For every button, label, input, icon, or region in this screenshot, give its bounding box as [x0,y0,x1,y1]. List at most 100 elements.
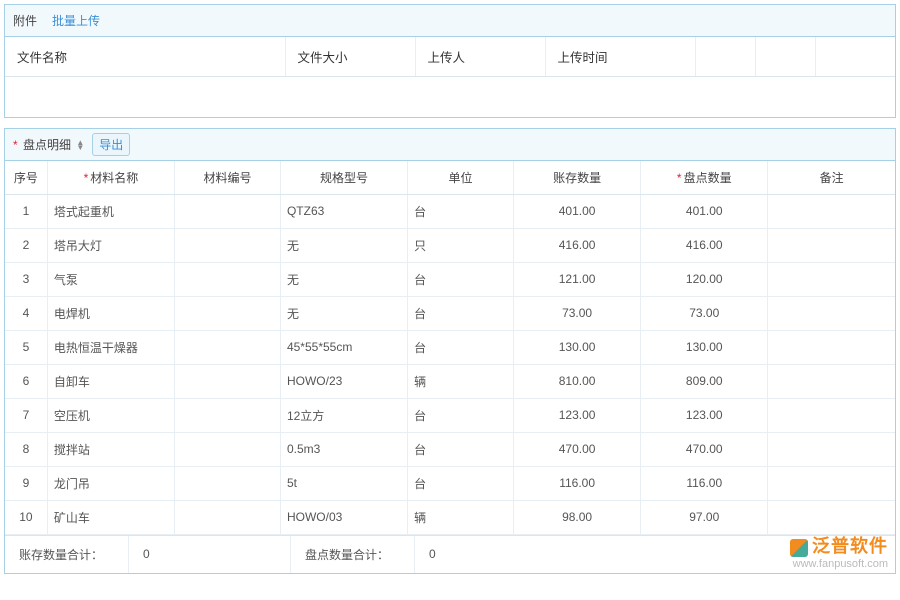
col-blank-2 [755,37,815,77]
cell-material-code [175,194,281,228]
cell-note [768,330,895,364]
attachments-empty [5,77,895,117]
col-material-name[interactable]: *材料名称 [47,161,174,195]
bulk-upload-button[interactable]: 批量上传 [45,9,107,32]
cell-material-name: 电焊机 [47,296,174,330]
cell-spec: 无 [280,262,407,296]
table-row[interactable]: 7空压机12立方台123.00123.00 [5,398,895,432]
table-row[interactable]: 5电热恒温干燥器45*55*55cm台130.00130.00 [5,330,895,364]
col-uploader[interactable]: 上传人 [415,37,545,77]
table-row[interactable]: 1塔式起重机QTZ63台401.00401.00 [5,194,895,228]
stock-total-value: 0 [129,536,291,573]
cell-material-code [175,364,281,398]
cell-unit: 台 [408,262,514,296]
cell-note [768,398,895,432]
cell-material-code [175,466,281,500]
required-star-icon: * [84,171,89,185]
cell-stock-qty: 401.00 [514,194,641,228]
cell-material-code [175,296,281,330]
col-note[interactable]: 备注 [768,161,895,195]
cell-stock-qty: 416.00 [514,228,641,262]
cell-stock-qty: 121.00 [514,262,641,296]
cell-unit: 台 [408,466,514,500]
required-star-icon: * [677,171,682,185]
count-total-value: 0 [415,536,895,573]
cell-count-qty[interactable]: 130.00 [641,330,768,364]
col-index[interactable]: 序号 [5,161,47,195]
col-count-qty[interactable]: *盘点数量 [641,161,768,195]
cell-count-qty[interactable]: 470.00 [641,432,768,466]
table-row[interactable]: 4电焊机无台73.0073.00 [5,296,895,330]
cell-material-name: 龙门吊 [47,466,174,500]
stock-total-label: 账存数量合计： [5,536,129,573]
cell-unit: 台 [408,398,514,432]
cell-note [768,500,895,534]
attachments-panel: 附件 批量上传 文件名称 文件大小 上传人 上传时间 [4,4,896,118]
cell-material-code [175,432,281,466]
details-header: * 盘点明细 ▲▼ 导出 [5,129,895,161]
cell-spec: 0.5m3 [280,432,407,466]
details-table: 序号 *材料名称 材料编号 规格型号 单位 账存数量 *盘点数量 备注 1塔式起… [5,161,895,535]
table-row[interactable]: 3气泵无台121.00120.00 [5,262,895,296]
cell-count-qty[interactable]: 97.00 [641,500,768,534]
cell-index: 9 [5,466,47,500]
cell-material-code [175,500,281,534]
totals-row: 账存数量合计： 0 盘点数量合计： 0 [5,535,895,573]
col-file-size[interactable]: 文件大小 [285,37,415,77]
cell-count-qty[interactable]: 116.00 [641,466,768,500]
cell-spec: 45*55*55cm [280,330,407,364]
cell-unit: 只 [408,228,514,262]
cell-material-name: 自卸车 [47,364,174,398]
table-row[interactable]: 8搅拌站0.5m3台470.00470.00 [5,432,895,466]
cell-spec: HOWO/03 [280,500,407,534]
cell-stock-qty: 123.00 [514,398,641,432]
cell-spec: HOWO/23 [280,364,407,398]
cell-stock-qty: 130.00 [514,330,641,364]
cell-count-qty[interactable]: 123.00 [641,398,768,432]
cell-material-name: 搅拌站 [47,432,174,466]
col-blank-1 [695,37,755,77]
cell-count-qty[interactable]: 416.00 [641,228,768,262]
cell-material-name: 空压机 [47,398,174,432]
count-total-label: 盘点数量合计： [291,536,415,573]
export-button[interactable]: 导出 [92,133,130,156]
col-blank-3 [815,37,895,77]
cell-material-name: 塔式起重机 [47,194,174,228]
cell-index: 6 [5,364,47,398]
cell-note [768,432,895,466]
cell-count-qty[interactable]: 401.00 [641,194,768,228]
cell-stock-qty: 810.00 [514,364,641,398]
col-file-name[interactable]: 文件名称 [5,37,285,77]
cell-material-name: 电热恒温干燥器 [47,330,174,364]
cell-count-qty[interactable]: 73.00 [641,296,768,330]
attachments-title: 附件 [13,12,37,29]
cell-material-code [175,398,281,432]
cell-count-qty[interactable]: 809.00 [641,364,768,398]
sort-icon[interactable]: ▲▼ [76,140,84,150]
col-stock-qty[interactable]: 账存数量 [514,161,641,195]
cell-note [768,194,895,228]
cell-material-code [175,228,281,262]
col-spec[interactable]: 规格型号 [280,161,407,195]
cell-unit: 辆 [408,500,514,534]
cell-unit: 台 [408,296,514,330]
cell-spec: QTZ63 [280,194,407,228]
table-row[interactable]: 2塔吊大灯无只416.00416.00 [5,228,895,262]
cell-count-qty[interactable]: 120.00 [641,262,768,296]
table-row[interactable]: 9龙门吊5t台116.00116.00 [5,466,895,500]
cell-note [768,262,895,296]
col-material-code[interactable]: 材料编号 [175,161,281,195]
table-row[interactable]: 10矿山车HOWO/03辆98.0097.00 [5,500,895,534]
cell-stock-qty: 116.00 [514,466,641,500]
cell-index: 2 [5,228,47,262]
cell-spec: 12立方 [280,398,407,432]
cell-unit: 台 [408,330,514,364]
cell-material-code [175,262,281,296]
table-row[interactable]: 6自卸车HOWO/23辆810.00809.00 [5,364,895,398]
col-upload-time[interactable]: 上传时间 [545,37,695,77]
cell-material-name: 气泵 [47,262,174,296]
details-panel: * 盘点明细 ▲▼ 导出 序号 *材料名称 材料编号 规格型号 单位 账存数量 … [4,128,896,574]
cell-spec: 5t [280,466,407,500]
col-unit[interactable]: 单位 [408,161,514,195]
cell-spec: 无 [280,296,407,330]
